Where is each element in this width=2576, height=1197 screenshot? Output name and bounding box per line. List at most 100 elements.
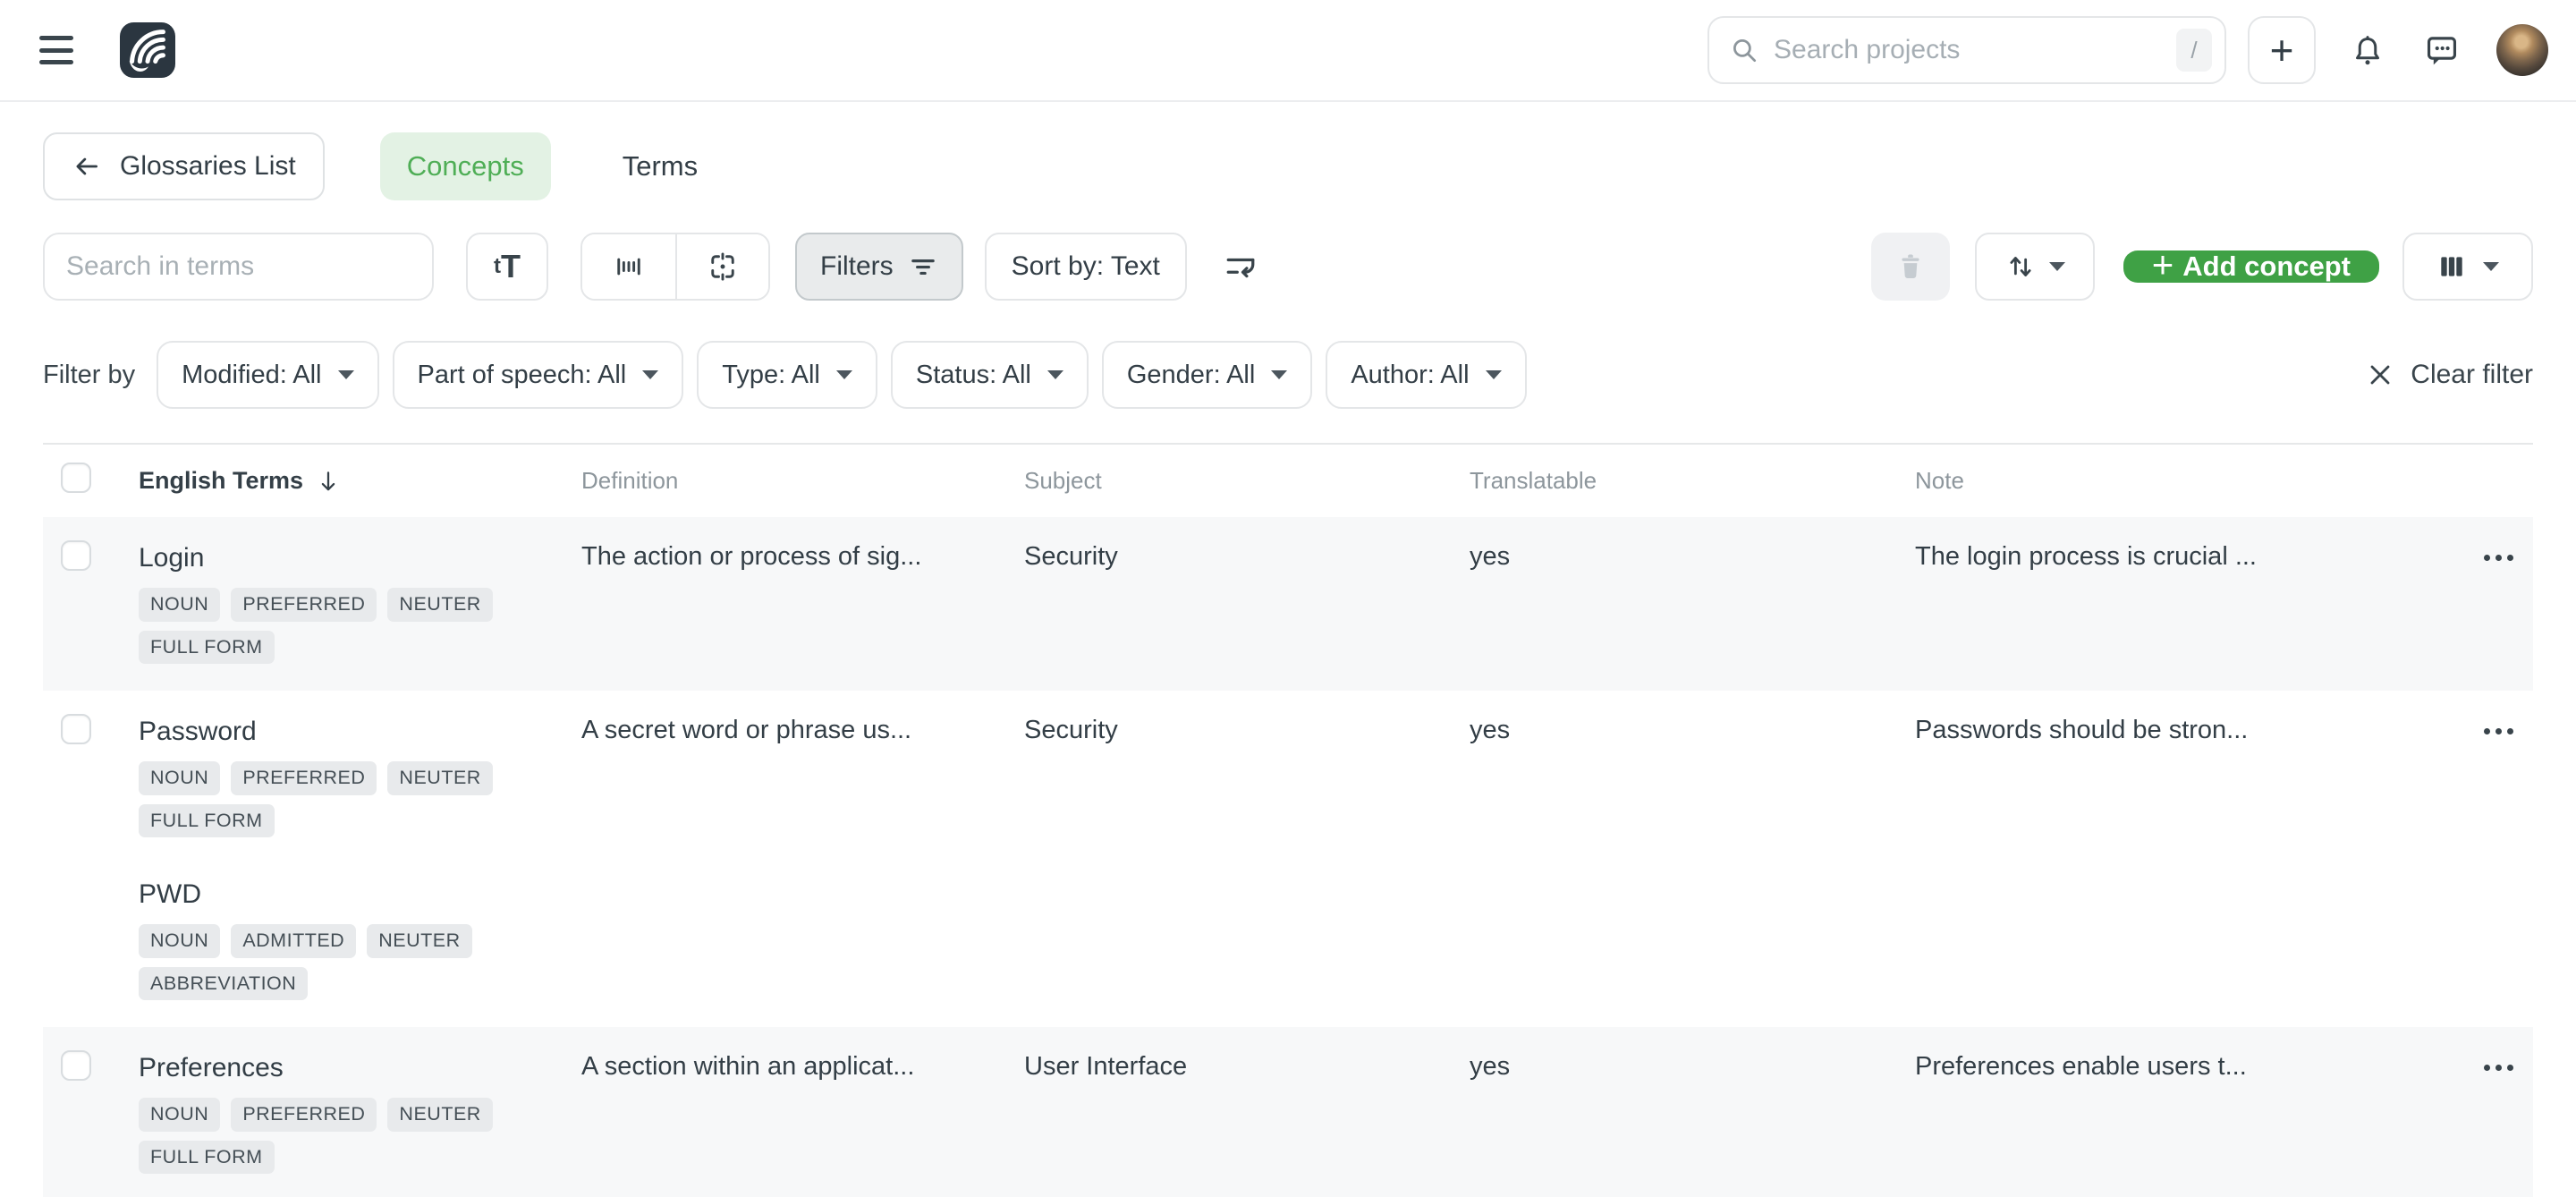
sort-desc-arrow-icon [316,469,341,494]
term-name: Password [139,714,555,749]
columns-button[interactable] [2402,233,2533,301]
filter-pill[interactable]: Modified: All [157,341,378,409]
term-tag: NOUN [139,761,220,795]
table-row[interactable]: Password NOUNPREFERREDNEUTERFULL FORM PWD N… [43,691,2533,1027]
user-avatar[interactable] [2496,24,2548,76]
clear-filter-button[interactable]: Clear filter [2366,360,2533,390]
ellipsis-dot-icon [2484,555,2490,561]
filter-bar: Filter by Modified: AllPart of speech: A… [43,340,2533,410]
filter-pill-label: Gender: All [1127,361,1255,390]
term-tag: FULL FORM [139,631,275,665]
sort-arrows-icon [2004,250,2037,283]
filter-pill-label: Author: All [1351,361,1469,390]
create-new-button[interactable]: + [2248,16,2316,84]
term-tags: NOUNPREFERREDNEUTERFULL FORM [139,761,514,837]
note-cell: Passwords should be stron... [1915,714,2415,748]
wrap-lines-button[interactable] [1214,233,1267,301]
filter-pills: Modified: AllPart of speech: All Type: Al… [157,341,1526,409]
column-header-note: Note [1915,467,2415,495]
subject-cell: Security [1024,714,1470,748]
glossary-nav: Glossaries List Concepts Terms [43,132,2533,200]
ellipsis-dot-icon [2484,1065,2490,1071]
translatable-cell: yes [1470,714,1915,748]
chevron-down-icon [338,370,354,379]
selection-frame-icon [707,250,739,283]
term-name: Login [139,540,555,575]
add-concept-button[interactable]: + Add concept [2123,250,2379,283]
back-to-glossaries-button[interactable]: Glossaries List [43,132,325,200]
filter-pill[interactable]: Status: All [891,341,1089,409]
term-tag: NEUTER [387,1098,492,1132]
term-tag: PREFERRED [231,588,377,622]
row-checkbox[interactable] [61,1050,91,1081]
table-row[interactable]: PreferencesNOUNPREFERREDNEUTERFULL FORMA… [43,1027,2533,1197]
row-checkbox[interactable] [61,714,91,744]
ellipsis-dot-icon [2507,728,2513,734]
filter-pill[interactable]: Part of speech: All [393,341,684,409]
definition-cell: A secret word or phrase us... [581,714,1024,748]
project-search-input[interactable] [1774,35,2176,65]
match-case-button[interactable]: tT [466,233,548,301]
tab-terms[interactable]: Terms [596,132,724,200]
row-menu-button[interactable] [2479,1059,2519,1076]
filter-pill[interactable]: Gender: All [1102,341,1312,409]
sort-order-button[interactable] [1975,233,2095,301]
topbar: / + [0,0,2576,100]
terms-search-input[interactable] [43,233,434,301]
terms-toolbar: tT Filters [43,233,2533,301]
term-block: PWD NOUNADMITTEDNEUTERABBREVIATION [139,877,555,1000]
wrap-lines-icon [1223,249,1258,284]
tab-concepts[interactable]: Concepts [380,132,551,200]
column-header-definition: Definition [581,467,1024,495]
filters-button[interactable]: Filters [795,233,963,301]
notifications-bell-icon[interactable] [2350,32,2385,68]
term-tags: NOUNADMITTEDNEUTERABBREVIATION [139,924,514,1000]
note-cell: The login process is crucial ... [1915,540,2415,574]
definition-cell: The action or process of sig... [581,540,1024,574]
column-header-translatable: Translatable [1470,467,1915,495]
term-name: Preferences [139,1050,555,1085]
table-header-row: English Terms Definition Subject Transla… [43,445,2533,517]
translatable-cell: yes [1470,540,1915,574]
app-logo[interactable] [120,22,175,78]
ellipsis-dot-icon [2496,728,2502,734]
term-tag: ABBREVIATION [139,967,308,1001]
exact-selection-button[interactable] [675,234,768,299]
sort-by-button[interactable]: Sort by: Text [985,233,1187,301]
column-header-english-terms[interactable]: English Terms [139,467,581,495]
table-row[interactable]: LoginNOUNPREFERREDNEUTERFULL FORMThe act… [43,517,2533,691]
note-cell: Preferences enable users t... [1915,1050,2415,1084]
term-name: PWD [139,877,555,912]
hamburger-menu-icon[interactable] [36,34,77,66]
match-case-icon: t [494,254,501,279]
whole-word-icon [613,250,645,283]
whole-word-button[interactable] [582,234,675,299]
select-all-checkbox[interactable] [61,463,91,493]
back-button-label: Glossaries List [120,151,296,182]
chevron-down-icon [1486,370,1502,379]
add-concept-label: Add concept [2182,250,2351,283]
subject-cell: Security [1024,540,1470,574]
ellipsis-dot-icon [2507,555,2513,561]
filter-lines-icon [908,251,938,282]
row-menu-button[interactable] [2479,723,2519,740]
filter-pill[interactable]: Author: All [1326,341,1526,409]
row-checkbox[interactable] [61,540,91,571]
chevron-down-icon [2483,262,2499,271]
filter-pill-label: Type: All [722,361,820,390]
sort-by-label: Sort by: Text [1012,251,1160,282]
back-arrow-icon [72,151,102,182]
term-tags: NOUNPREFERREDNEUTERFULL FORM [139,588,514,664]
filters-button-label: Filters [820,251,894,282]
delete-selected-button[interactable] [1871,233,1950,301]
filter-pill[interactable]: Type: All [697,341,877,409]
term-tag: ADMITTED [231,924,356,958]
chevron-down-icon [1047,370,1063,379]
term-tag: NOUN [139,588,220,622]
term-block: LoginNOUNPREFERREDNEUTERFULL FORM [139,540,555,664]
term-tag: FULL FORM [139,1141,275,1175]
ellipsis-dot-icon [2484,728,2490,734]
feedback-chat-icon[interactable] [2423,31,2461,69]
filter-pill-label: Status: All [916,361,1031,390]
row-menu-button[interactable] [2479,549,2519,566]
